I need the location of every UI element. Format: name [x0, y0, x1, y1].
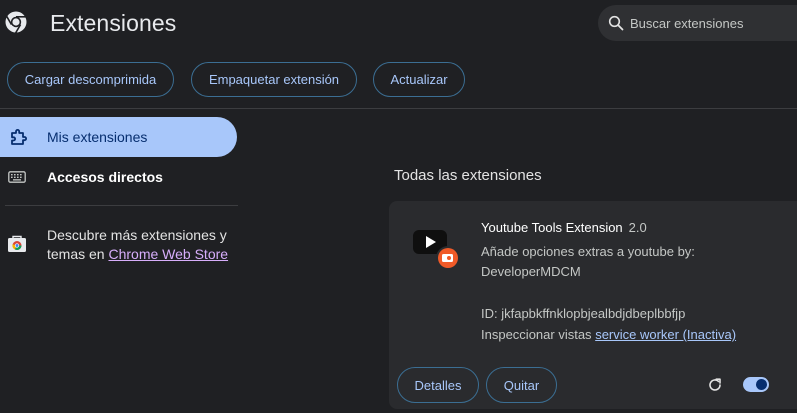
- inspect-views-label: Inspeccionar vistas: [481, 327, 592, 342]
- header: Extensiones: [0, 0, 797, 50]
- section-title: Todas las extensiones: [394, 167, 542, 184]
- service-worker-link[interactable]: service worker (Inactiva): [595, 327, 736, 342]
- extension-description: Añade opciones extras a youtube by: Deve…: [481, 244, 695, 279]
- load-unpacked-button[interactable]: Cargar descomprimida: [7, 62, 174, 97]
- reload-icon[interactable]: [707, 377, 723, 393]
- toolbar-divider: [0, 108, 797, 109]
- search-box[interactable]: [598, 5, 797, 41]
- extensions-page: Extensiones Cargar descomprimida Empaque…: [0, 0, 797, 413]
- extension-enabled-toggle[interactable]: [743, 377, 769, 392]
- extension-name-line: Youtube Tools Extension 2.0: [481, 220, 647, 235]
- keyboard-icon: [8, 171, 26, 183]
- extension-name: Youtube Tools Extension: [481, 220, 623, 235]
- sidebar-divider: [5, 205, 238, 206]
- search-icon: [608, 15, 624, 31]
- details-button[interactable]: Detalles: [397, 367, 479, 403]
- sidebar-item-shortcuts[interactable]: Accesos directos: [0, 165, 237, 189]
- extension-id: ID: jkfapbkffnklopbjealbdjdbeplbbfjp: [481, 306, 686, 321]
- sidebar-item-my-extensions[interactable]: Mis extensiones: [0, 117, 237, 157]
- extension-card: Youtube Tools Extension 2.0 Añade opcione…: [389, 201, 797, 409]
- chrome-web-store-icon: [8, 235, 26, 252]
- page-title: Extensiones: [50, 10, 177, 36]
- toggle-knob: [756, 379, 767, 390]
- search-input[interactable]: [630, 15, 797, 31]
- sidebar-item-label: Accesos directos: [47, 169, 163, 185]
- chrome-logo-icon: [5, 11, 27, 34]
- extension-icon: [11, 129, 27, 145]
- sidebar-item-label: Mis extensiones: [47, 129, 148, 145]
- update-button[interactable]: Actualizar: [373, 62, 465, 97]
- inspect-views: Inspeccionar vistas service worker (Inac…: [481, 327, 736, 342]
- extension-version: 2.0: [628, 220, 647, 235]
- youtube-tools-extension-icon: [413, 230, 460, 270]
- pack-extension-button[interactable]: Empaquetar extensión: [191, 62, 357, 97]
- chrome-web-store-link[interactable]: Chrome Web Store: [108, 246, 228, 262]
- store-promo-text: Descubre más extensiones y temas en Chro…: [47, 226, 237, 264]
- remove-button[interactable]: Quitar: [486, 367, 557, 403]
